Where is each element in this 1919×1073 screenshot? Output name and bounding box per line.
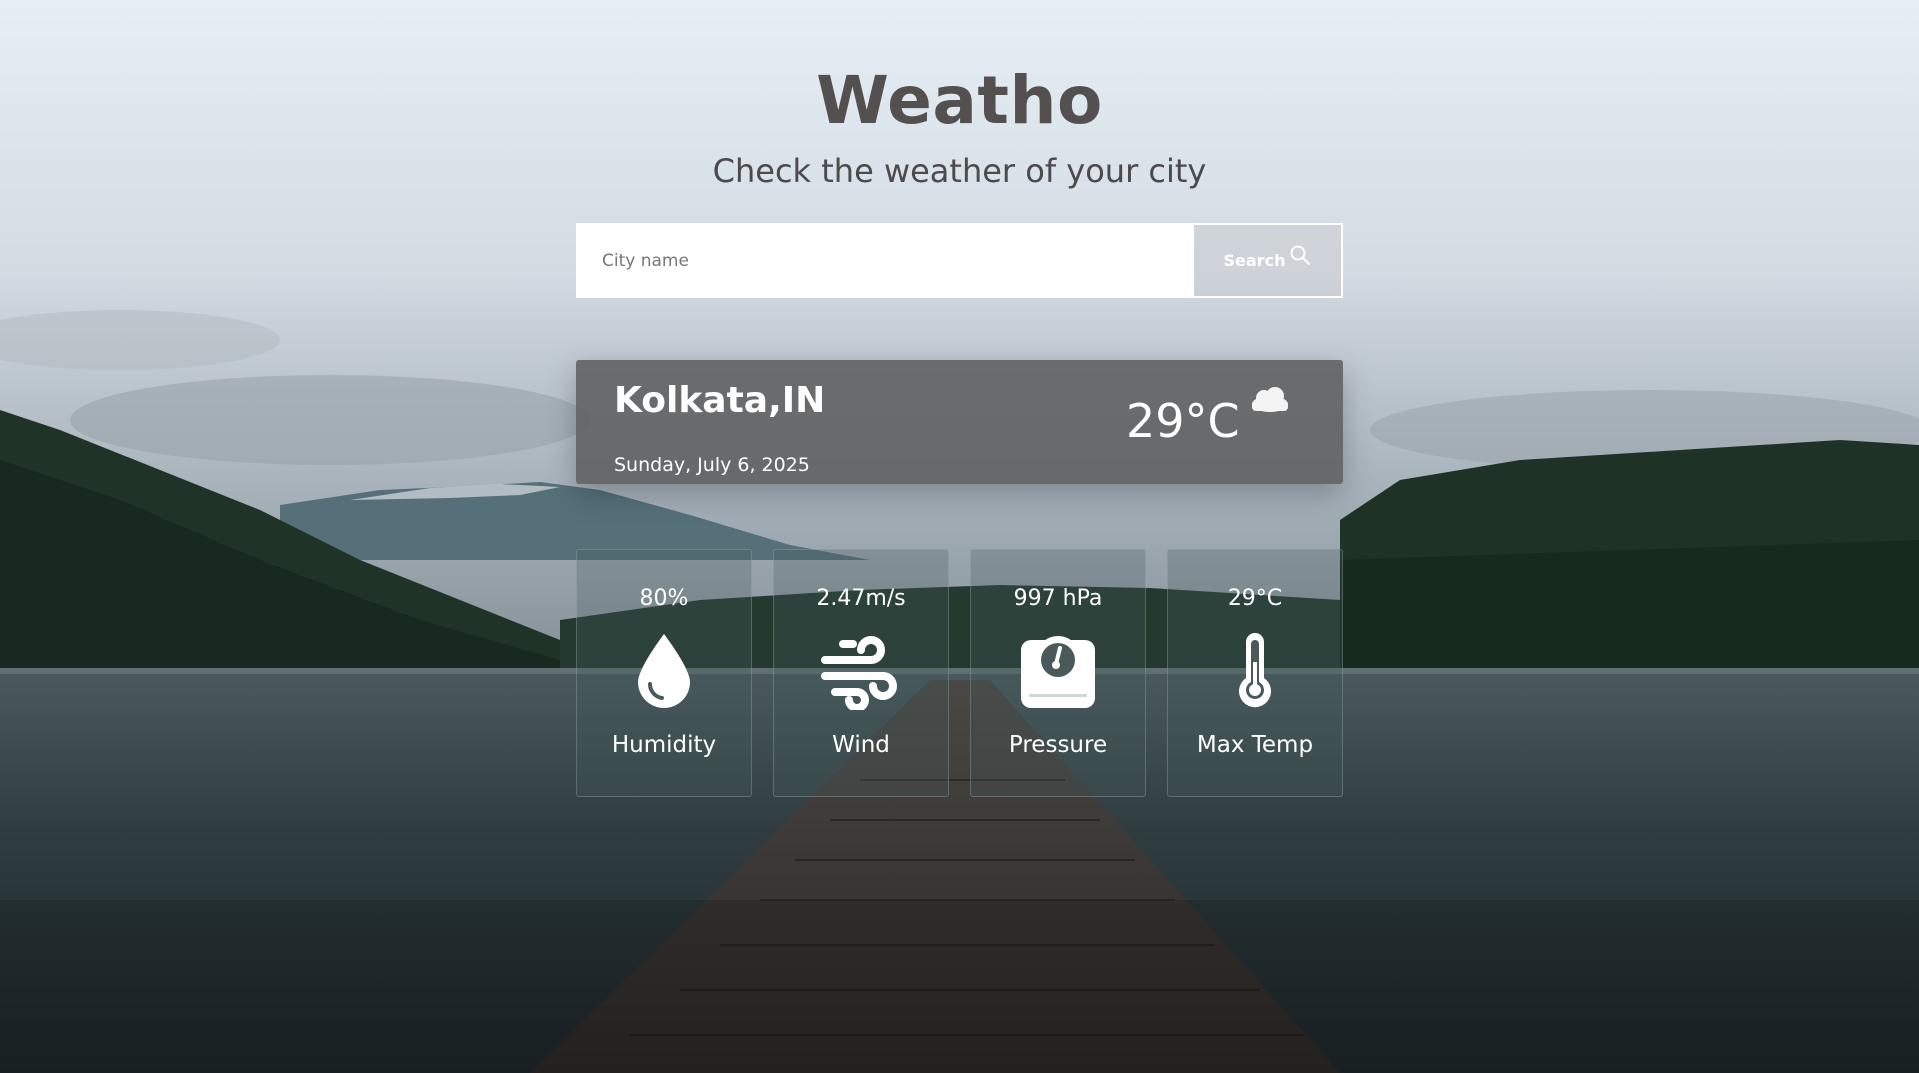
- current-temperature: 29°C: [1126, 394, 1240, 448]
- city-search-input[interactable]: [576, 223, 1192, 298]
- thermometer-icon: [1232, 632, 1278, 714]
- weather-stats: 80% Humidity 2.47m/s Wind 997 hPa Pressu…: [576, 549, 1343, 797]
- max-temp-value: 29°C: [1227, 586, 1283, 611]
- current-weather-card: Kolkata,IN Sunday, July 6, 2025 29°C: [576, 360, 1343, 484]
- water-drop-icon: [634, 632, 694, 714]
- app-subtitle: Check the weather of your city: [712, 152, 1207, 190]
- humidity-label: Humidity: [611, 732, 717, 758]
- humidity-card: 80% Humidity: [576, 549, 752, 797]
- search-button-label: Search: [1223, 251, 1286, 270]
- wind-card: 2.47m/s Wind: [773, 549, 949, 797]
- max-temp-label: Max Temp: [1196, 732, 1314, 758]
- pressure-label: Pressure: [1008, 732, 1108, 758]
- pressure-value: 997 hPa: [1013, 586, 1103, 611]
- wind-value: 2.47m/s: [816, 586, 906, 611]
- search-button[interactable]: Search: [1192, 223, 1343, 298]
- pressure-gauge-icon: [1019, 632, 1097, 714]
- wind-label: Wind: [832, 732, 890, 758]
- humidity-value: 80%: [639, 586, 689, 611]
- pressure-card: 997 hPa Pressure: [970, 549, 1146, 797]
- current-date: Sunday, July 6, 2025: [614, 454, 810, 476]
- search-icon: [1289, 244, 1311, 270]
- max-temp-card: 29°C Max Temp: [1167, 549, 1343, 797]
- search-bar: Search: [576, 223, 1343, 298]
- cloud-moon-icon: [1246, 382, 1304, 420]
- app-title: Weatho: [816, 62, 1103, 139]
- wind-icon: [821, 632, 901, 714]
- city-name: Kolkata,IN: [614, 380, 826, 421]
